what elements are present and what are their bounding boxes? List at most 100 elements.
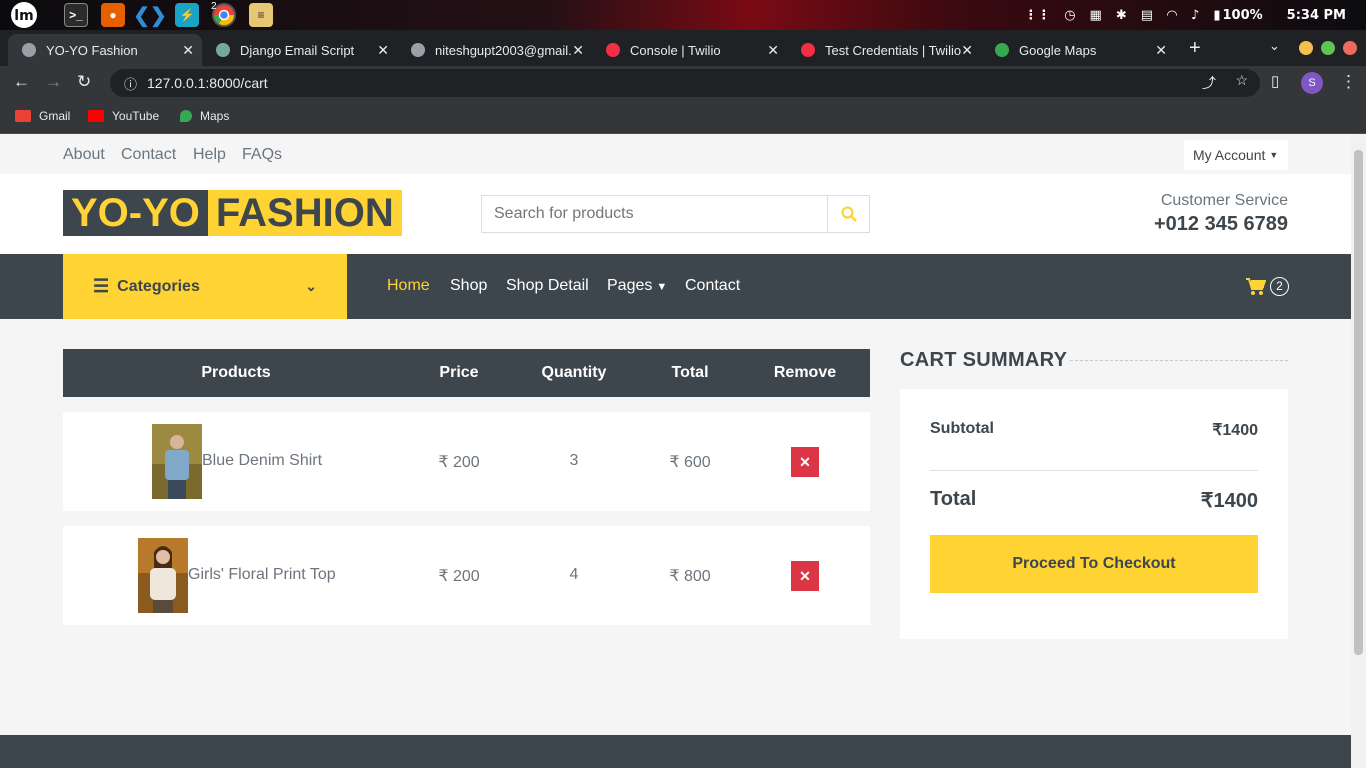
site-logo[interactable]: YO-YO FASHION [63,190,402,236]
reload-icon[interactable]: ↻ [77,72,91,92]
media-icon[interactable]: ▦ [1090,8,1102,23]
back-icon[interactable]: ← [13,72,30,92]
apps-grid-icon[interactable]: ⋮⋮ [1024,8,1050,23]
text-editor-icon[interactable]: ≡ [249,3,273,27]
clock-time[interactable]: 5:34 PM [1287,8,1346,23]
product-name[interactable]: Blue Denim Shirt [202,452,322,470]
tab-twilio-console[interactable]: Console | Twilio ✕ [592,34,787,66]
product-image[interactable] [138,538,188,613]
shopping-cart-icon [1246,277,1266,295]
tab-gmail-address[interactable]: niteshgupt2003@gmail. ✕ [397,34,592,66]
bookmark-label: Maps [200,109,230,123]
music-icon[interactable]: ♪ [1191,8,1199,23]
close-window-icon[interactable] [1343,41,1357,55]
my-account-dropdown[interactable]: My Account ▼ [1184,140,1288,170]
maps-icon [180,110,192,122]
bookmarks-bar: Gmail YouTube Maps [0,100,1366,134]
product-quantity: 4 [569,566,579,583]
bookmark-youtube[interactable]: YouTube [88,109,159,123]
clock-app-icon[interactable]: ◷ [1064,8,1075,23]
link-help[interactable]: Help [193,146,226,164]
link-faqs[interactable]: FAQs [242,146,282,164]
clipboard-icon[interactable]: ▤ [1141,8,1153,23]
proceed-to-checkout-button[interactable]: Proceed To Checkout [930,535,1258,593]
vscode-icon[interactable]: ❮❯ [133,3,167,27]
terminal-icon[interactable]: >_ [64,3,88,27]
battery-indicator[interactable]: ▮ 100% [1213,8,1262,23]
nav-home[interactable]: Home [387,277,430,295]
maximize-icon[interactable] [1321,41,1335,55]
customer-service: Customer Service +012 345 6789 [1154,192,1288,236]
scrollbar-thumb[interactable] [1354,150,1363,655]
col-price: Price [439,364,479,381]
mint-menu-icon[interactable]: lm [8,0,40,30]
product-image[interactable] [152,424,202,499]
nav-shop[interactable]: Shop [450,277,487,295]
cart-link[interactable]: 2 [1246,277,1289,296]
close-tab-icon[interactable]: ✕ [1155,42,1167,59]
tab-title: YO-YO Fashion [46,42,138,58]
remove-button[interactable]: ✕ [791,561,819,591]
page-scrollbar[interactable] [1351,135,1366,768]
close-tab-icon[interactable]: ✕ [767,42,779,59]
product-price: ₹ 200 [438,568,480,585]
cart-summary-title: CART SUMMARY [900,349,1068,371]
logo-part-2: FASHION [207,190,402,236]
minimize-icon[interactable] [1299,41,1313,55]
bookmark-gmail[interactable]: Gmail [15,109,70,123]
postman-icon[interactable]: ⚡ [175,3,199,27]
product-name[interactable]: Girls' Floral Print Top [188,566,336,584]
side-panel-icon[interactable]: ▯ [1271,72,1279,90]
address-bar[interactable]: ⓘ 127.0.0.1:8000/cart ⤴ ☆ [110,69,1260,97]
table-row: Blue Denim Shirt ₹ 200 3 ₹ 600 ✕ [63,412,870,511]
categories-toggle[interactable]: ☰ Categories ⌄ [63,254,347,319]
firefox-icon[interactable]: ● [101,3,125,27]
bookmark-star-icon[interactable]: ☆ [1235,72,1248,89]
wifi-icon[interactable]: ◠ [1167,8,1177,23]
search-input[interactable] [482,196,828,232]
my-account-label: My Account [1193,147,1266,163]
link-about[interactable]: About [63,146,105,164]
link-contact[interactable]: Contact [121,146,176,164]
remove-button[interactable]: ✕ [791,447,819,477]
browser-menu-icon[interactable]: ⋮ [1340,72,1357,92]
bookmark-label: YouTube [112,109,160,123]
close-tab-icon[interactable]: ✕ [572,42,584,59]
logo-part-1: YO-YO [63,190,208,236]
tab-google-maps[interactable]: Google Maps ✕ [981,34,1175,66]
tab-title: Console | Twilio [630,42,721,58]
total-row: Total ₹1400 [930,488,1258,513]
cart-summary-box: Subtotal ₹1400 Total ₹1400 Proceed To Ch… [900,389,1288,639]
tab-search-chevron-icon[interactable]: ⌄ [1269,38,1280,54]
tab-twilio-credentials[interactable]: Test Credentials | Twilio ✕ [787,34,981,66]
subtotal-row: Subtotal ₹1400 [930,420,1258,440]
browser-tab-strip: YO-YO Fashion ✕ Django Email Script ✕ ni… [0,30,1366,66]
close-tab-icon[interactable]: ✕ [377,42,389,59]
product-total: ₹ 800 [669,568,711,585]
customer-service-label: Customer Service [1160,192,1288,209]
site-info-icon[interactable]: ⓘ [124,74,137,93]
subtotal-value: ₹1400 [1212,422,1258,439]
close-tab-icon[interactable]: ✕ [961,42,973,59]
bookmark-maps[interactable]: Maps [180,109,229,123]
system-tray: ⋮⋮ ◷ ▦ ✱ ▤ ◠ ♪ ▮ 100% 5:34 PM [1024,0,1366,30]
main-navbar: ☰ Categories ⌄ Home Shop Shop Detail Pag… [0,254,1351,319]
tab-yoyo-fashion[interactable]: YO-YO Fashion ✕ [8,34,202,66]
share-icon[interactable]: ⤴ [1202,73,1216,93]
profile-avatar[interactable]: S [1301,72,1323,94]
nav-contact[interactable]: Contact [685,277,740,295]
caret-down-icon: ▼ [1269,150,1279,160]
hamburger-icon: ☰ [93,276,110,296]
product-quantity: 3 [569,452,579,469]
search-button[interactable] [827,196,869,232]
bluetooth-icon[interactable]: ✱ [1116,8,1127,23]
globe-icon [411,43,425,57]
forward-icon[interactable]: → [45,72,62,92]
nav-pages[interactable]: Pages ▼ [607,277,667,295]
new-tab-icon[interactable]: + [1189,37,1201,60]
site-footer [0,735,1351,768]
close-tab-icon[interactable]: ✕ [182,42,194,59]
nav-shop-detail[interactable]: Shop Detail [506,277,589,295]
tab-django-email[interactable]: Django Email Script ✕ [202,34,397,66]
product-total: ₹ 600 [669,454,711,471]
